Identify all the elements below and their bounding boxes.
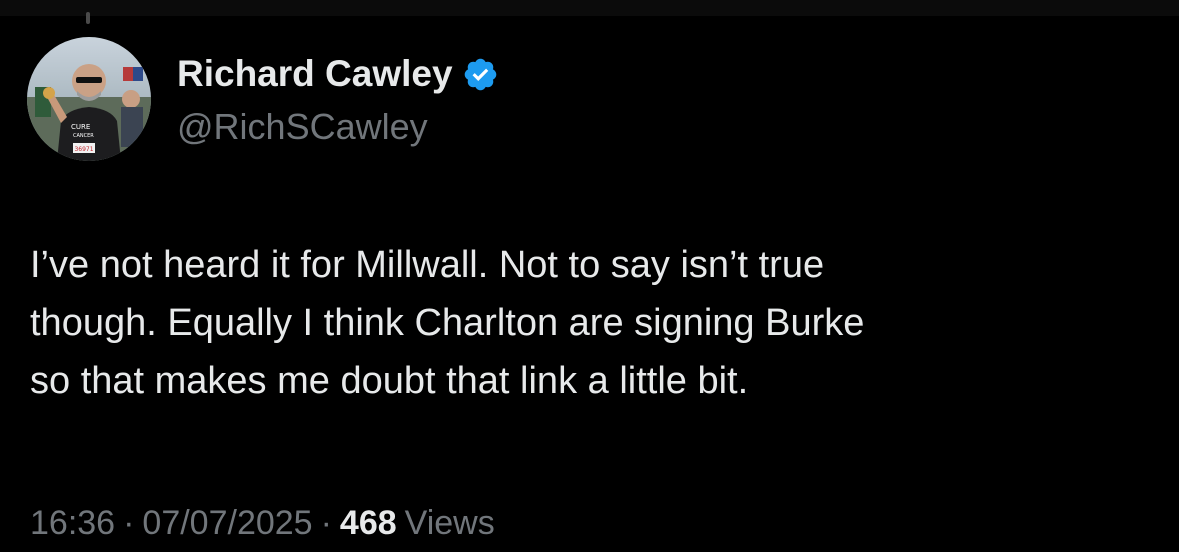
tweet-text-line: I’ve not heard it for Millwall. Not to s… xyxy=(30,244,825,286)
avatar[interactable]: CURE CANCER 36971 xyxy=(27,37,151,161)
avatar-bib-number: 36971 xyxy=(74,146,93,153)
top-indicator xyxy=(86,12,90,24)
user-handle[interactable]: @RichSCawley xyxy=(177,106,499,148)
views-label: Views xyxy=(404,504,495,542)
svg-text:CURE: CURE xyxy=(71,123,90,131)
meta-separator: · xyxy=(320,504,332,542)
avatar-photo: CURE CANCER 36971 xyxy=(27,37,151,161)
tweet-time[interactable]: 16:36 xyxy=(30,504,115,543)
top-strip xyxy=(0,0,1179,16)
views-count: 468 xyxy=(339,504,397,542)
meta-separator: · xyxy=(123,504,135,542)
tweet-text-line: so that makes me doubt that link a littl… xyxy=(30,360,749,402)
display-name[interactable]: Richard Cawley xyxy=(177,53,453,95)
tweet-header: Richard Cawley @RichSCawley xyxy=(177,48,499,148)
tweet-text: I’ve not heard it for Millwall. Not to s… xyxy=(30,236,1150,410)
svg-text:CANCER: CANCER xyxy=(73,133,94,139)
tweet-text-line: though. Equally I think Charlton are sig… xyxy=(30,302,865,344)
verified-badge-icon[interactable] xyxy=(462,56,499,93)
tweet-date[interactable]: 07/07/2025 xyxy=(142,504,312,543)
tweet-meta: 16:36 · 07/07/2025 · 468 Views xyxy=(30,504,495,543)
name-row: Richard Cawley xyxy=(177,48,499,100)
